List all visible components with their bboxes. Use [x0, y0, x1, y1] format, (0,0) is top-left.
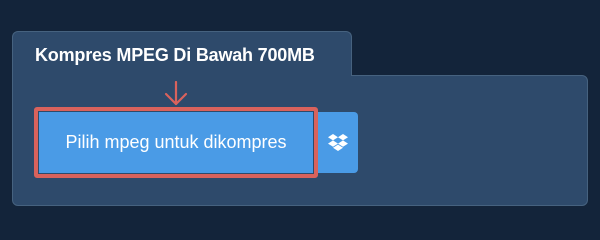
choose-file-button[interactable]: Pilih mpeg untuk dikompres [39, 112, 313, 173]
arrow-down-icon [164, 81, 188, 106]
panel-seam [13, 74, 351, 78]
dropbox-icon [328, 133, 348, 151]
dropbox-button[interactable] [318, 112, 358, 173]
panel-title: Kompres MPEG Di Bawah 700MB [35, 45, 315, 65]
